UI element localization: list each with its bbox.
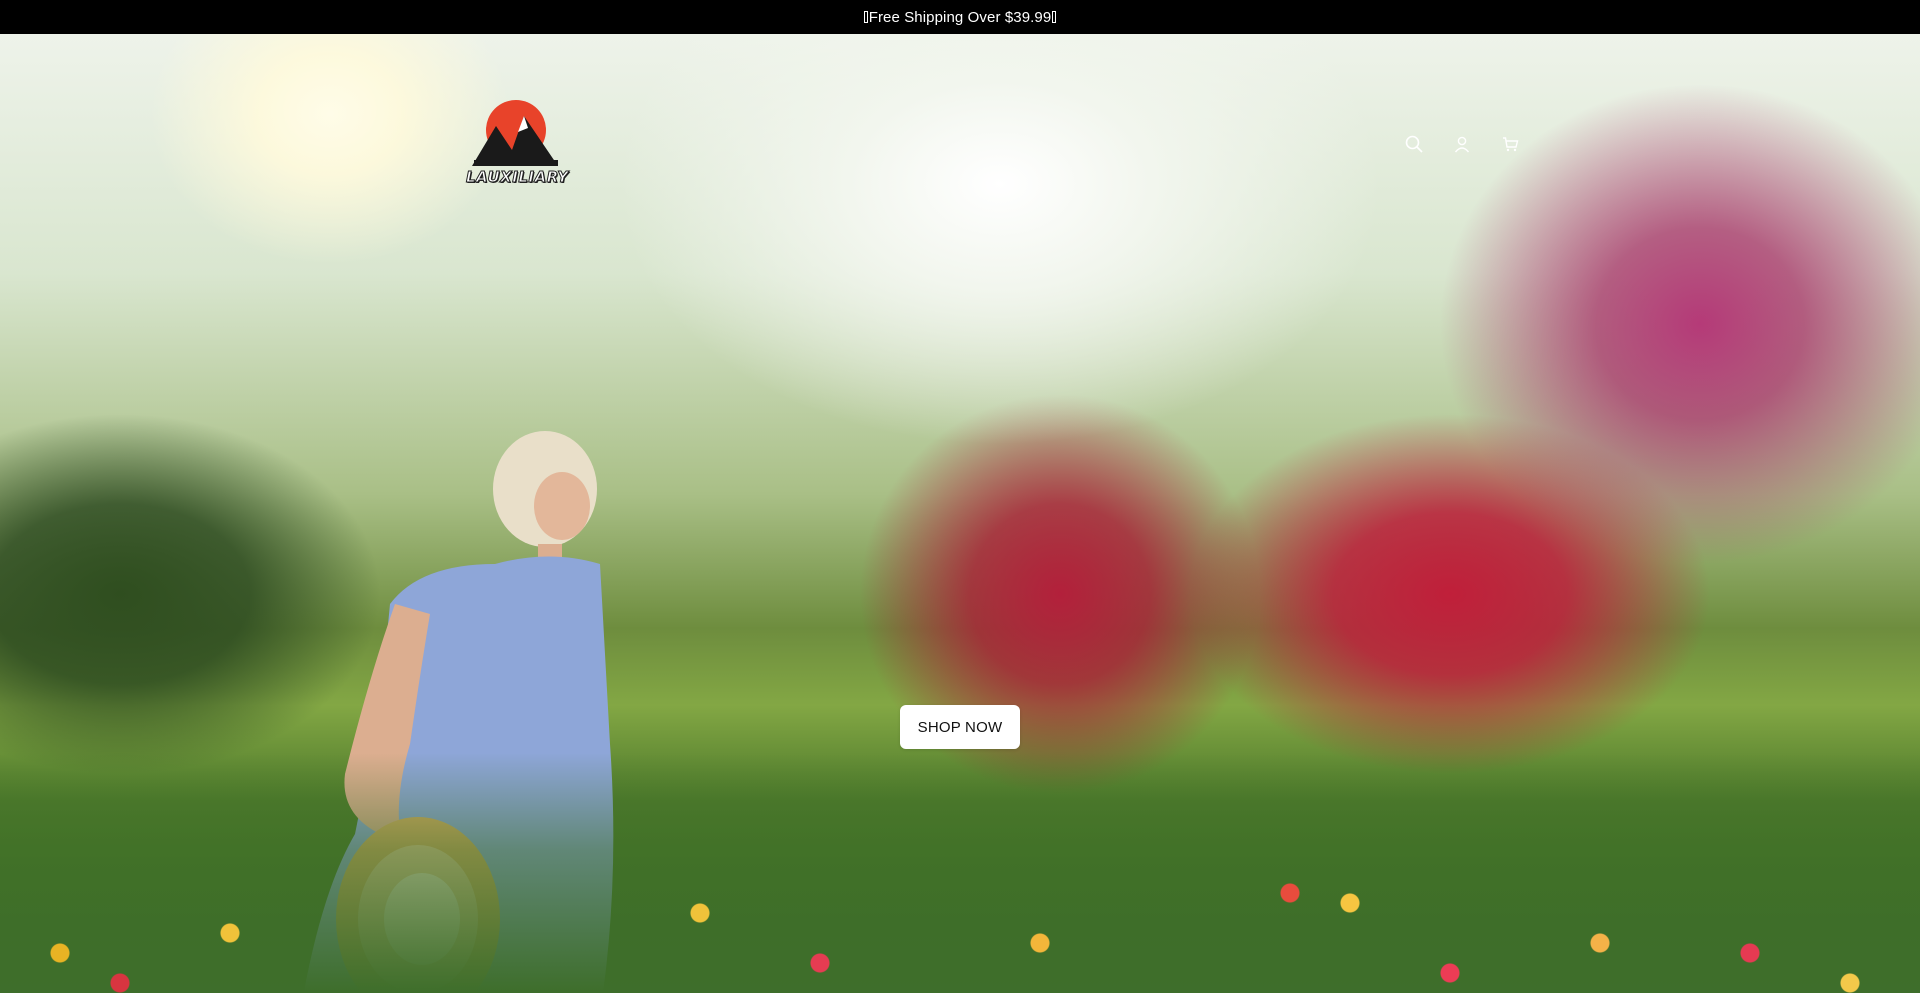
logo-mountain-icon	[472, 100, 558, 166]
missing-glyph-icon	[863, 11, 868, 23]
brand-logo[interactable]: LAUXILIARY	[466, 98, 569, 190]
announcement-text: Free Shipping Over $39.99	[868, 8, 1052, 26]
tulip-field-image	[0, 753, 1920, 993]
hero-banner: LAUXILIARY SHOP NOW	[0, 34, 1920, 993]
missing-glyph-icon	[1052, 11, 1057, 23]
header-actions	[1404, 134, 1520, 154]
cart-icon[interactable]	[1500, 134, 1520, 154]
logo-wordmark: LAUXILIARY	[466, 168, 569, 187]
announcement-bar: Free Shipping Over $39.99	[0, 0, 1920, 34]
account-icon[interactable]	[1452, 134, 1472, 154]
shop-now-button[interactable]: SHOP NOW	[900, 705, 1020, 749]
search-icon[interactable]	[1404, 134, 1424, 154]
